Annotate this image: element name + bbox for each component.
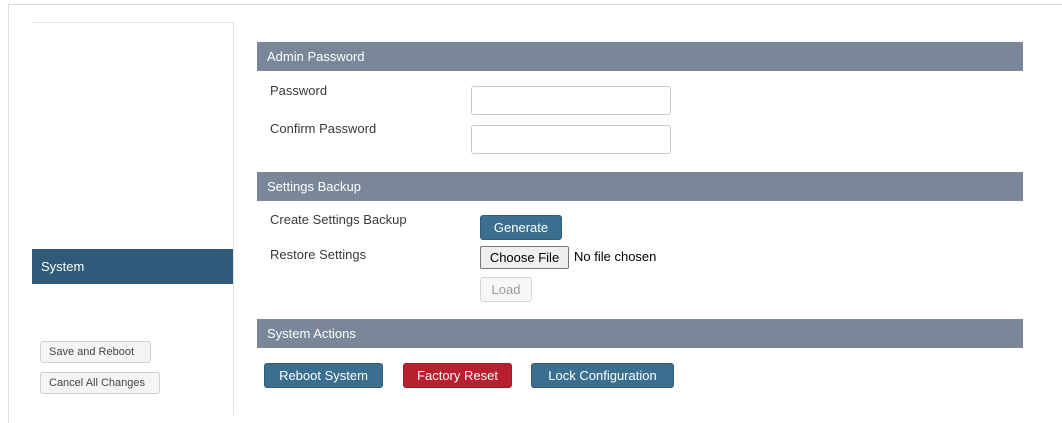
choose-file-button[interactable]: Choose File: [480, 246, 569, 269]
generate-button[interactable]: Generate: [480, 215, 562, 240]
lock-configuration-button[interactable]: Lock Configuration: [531, 363, 674, 388]
confirm-password-field[interactable]: [471, 125, 671, 154]
create-settings-backup-label: Create Settings Backup: [270, 212, 407, 227]
admin-password-header: Admin Password: [257, 42, 1023, 71]
section-title: Settings Backup: [267, 179, 361, 194]
confirm-password-label: Confirm Password: [270, 121, 377, 136]
page-left-border: [8, 4, 9, 423]
reboot-system-button[interactable]: Reboot System: [264, 363, 383, 388]
section-title: System Actions: [267, 326, 356, 341]
password-field[interactable]: [471, 86, 671, 115]
restore-settings-label: Restore Settings: [270, 247, 367, 262]
cancel-all-changes-button[interactable]: Cancel All Changes: [40, 372, 160, 394]
settings-backup-header: Settings Backup: [257, 172, 1023, 201]
factory-reset-button[interactable]: Factory Reset: [403, 363, 512, 388]
file-status-text: No file chosen: [574, 249, 657, 264]
load-button[interactable]: Load: [480, 277, 532, 302]
sidebar-item-system[interactable]: System: [32, 249, 233, 284]
page-top-border: [8, 4, 1062, 5]
sidebar: System Save and Reboot Cancel All Change…: [32, 22, 234, 415]
system-actions-header: System Actions: [257, 319, 1023, 348]
sidebar-item-label: System: [41, 259, 85, 274]
save-and-reboot-button[interactable]: Save and Reboot: [40, 341, 151, 363]
password-label: Password: [270, 83, 328, 98]
section-title: Admin Password: [267, 49, 365, 64]
